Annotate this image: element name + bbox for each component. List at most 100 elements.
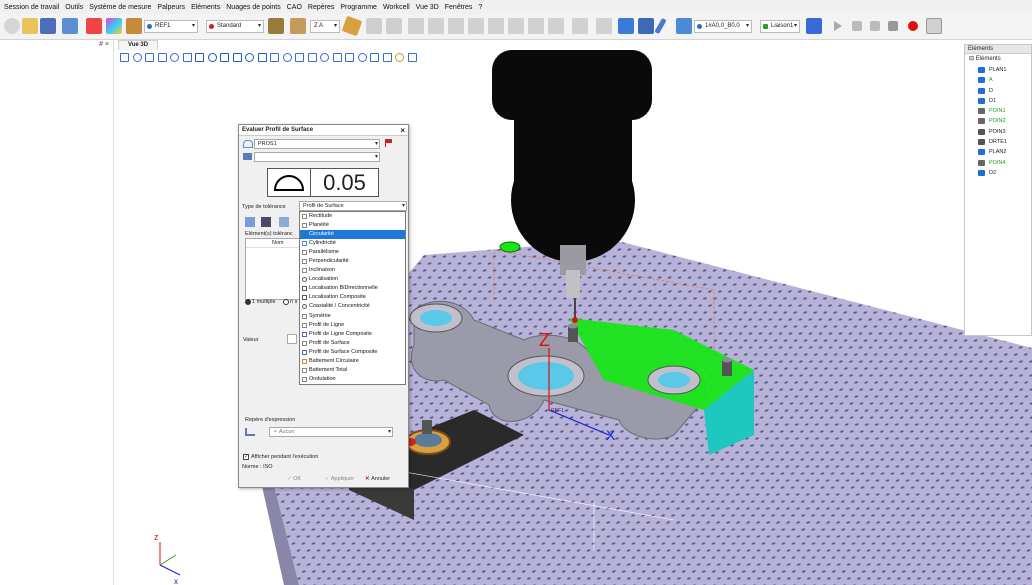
flag-icon[interactable] <box>385 139 393 147</box>
cylinder-icon[interactable] <box>279 217 289 227</box>
menu-item[interactable]: Outils <box>65 4 83 11</box>
view-tool-icon[interactable] <box>270 53 279 62</box>
expression-combo[interactable]: ✦ Aucun ▾ <box>269 427 393 437</box>
shape-icon-10[interactable] <box>548 18 564 34</box>
radio-multiple[interactable] <box>245 299 251 305</box>
view-tool-icon[interactable] <box>382 53 392 62</box>
dropdown-item[interactable]: Battement Total <box>300 366 405 375</box>
tree-item[interactable]: POIN2 <box>965 116 1031 126</box>
menu-item[interactable]: Nuages de points <box>226 4 280 11</box>
add-element-icon[interactable] <box>245 217 255 227</box>
save-icon[interactable] <box>40 18 56 34</box>
cancel-button[interactable]: ✕ Annuler <box>365 474 390 484</box>
step-icon[interactable] <box>852 21 862 31</box>
apply-button[interactable]: ✓ Appliquer <box>325 474 354 484</box>
display-checkbox[interactable]: ✓ <box>243 454 249 460</box>
shape-icon-12[interactable] <box>596 18 612 34</box>
ok-button[interactable]: ✓ OK <box>287 474 301 484</box>
dropdown-item[interactable]: Ondulation <box>300 375 405 384</box>
view-tool-icon[interactable] <box>170 53 179 62</box>
dropdown-item[interactable]: Inclinaison <box>300 266 405 275</box>
dropdown-item[interactable]: Localisation Composite <box>300 293 405 302</box>
dropdown-item[interactable]: Parallélisme <box>300 248 405 257</box>
measure-icon[interactable] <box>618 18 634 34</box>
dropdown-item[interactable]: Profil de Surface Composite <box>300 348 405 357</box>
tab-vue-3d[interactable]: Vue 3D <box>118 40 158 50</box>
dropdown-item[interactable]: Perpendicularité <box>300 257 405 266</box>
plot-icon[interactable] <box>638 18 654 34</box>
pause-icon[interactable] <box>888 21 898 31</box>
stack-icon[interactable] <box>268 18 284 34</box>
tree-collapse-icon[interactable]: ⊟ <box>969 56 976 62</box>
view-tool-icon[interactable] <box>157 53 167 62</box>
shape-icon-9[interactable] <box>528 18 544 34</box>
box-icon[interactable] <box>290 18 306 34</box>
shape-icon-5[interactable] <box>448 18 464 34</box>
view-tool-icon[interactable] <box>145 53 154 62</box>
probe-angle-icon[interactable] <box>676 18 692 34</box>
tree-item[interactable]: DRTE1 <box>965 137 1031 147</box>
link-combo[interactable]: Liaison1 ▾ <box>760 20 800 33</box>
view-tool-icon[interactable] <box>320 53 329 62</box>
print-icon[interactable] <box>62 18 78 34</box>
menu-item[interactable]: Eléments <box>191 4 220 11</box>
program-icon[interactable] <box>806 18 822 34</box>
dropdown-item[interactable]: Profil de Ligne <box>300 321 405 330</box>
probe-icon[interactable] <box>654 17 667 35</box>
tree-item[interactable]: D2 <box>965 168 1031 178</box>
probe-tool-icon[interactable] <box>126 18 142 34</box>
view-tool-icon[interactable] <box>245 53 254 62</box>
menu-item[interactable]: Session de travail <box>4 4 59 11</box>
radio-n[interactable] <box>283 299 289 305</box>
tolerance-value[interactable]: 0.05 <box>311 169 378 196</box>
menu-item[interactable]: CAO <box>287 4 302 11</box>
dropdown-item[interactable]: Localisation BiDirectionnelle <box>300 284 405 293</box>
tree-item[interactable]: D1 <box>965 96 1031 106</box>
element-list-icon[interactable] <box>261 217 271 227</box>
value-input[interactable] <box>287 334 297 344</box>
view-tool-icon[interactable] <box>395 53 404 62</box>
shape-icon-1[interactable] <box>366 18 382 34</box>
palette-icon[interactable] <box>106 18 122 34</box>
flag-icon[interactable] <box>86 18 102 34</box>
close-icon[interactable]: × <box>400 125 405 136</box>
dropdown-item[interactable]: Profil de Surface <box>300 339 405 348</box>
shape-icon-8[interactable] <box>508 18 524 34</box>
dropdown-item[interactable]: Coaxialité / Concentricité <box>300 302 405 311</box>
view-tool-icon[interactable] <box>257 53 267 62</box>
view-tool-icon[interactable] <box>332 53 342 62</box>
dropdown-item[interactable]: Battement Circulaire <box>300 357 405 366</box>
window-icon[interactable] <box>926 18 942 34</box>
tree-item[interactable]: D <box>965 86 1031 96</box>
tree-item[interactable]: A <box>965 75 1031 85</box>
dropdown-item[interactable]: Localisation <box>300 275 405 284</box>
datum-combo[interactable]: ▾ <box>254 152 380 162</box>
menu-item[interactable]: Repères <box>308 4 334 11</box>
view-tool-icon[interactable] <box>120 53 129 62</box>
eraser-icon[interactable] <box>341 15 363 37</box>
play-icon[interactable] <box>834 21 842 31</box>
session-icon[interactable] <box>4 18 20 34</box>
axis-combo[interactable]: Z A ▾ <box>310 20 340 33</box>
view-tool-icon[interactable] <box>295 53 304 62</box>
dropdown-item[interactable]: Cylindricité <box>300 239 405 248</box>
tree-item[interactable]: PLAN1 <box>965 65 1031 75</box>
stop-icon[interactable] <box>870 21 880 31</box>
tolerance-type-combo[interactable]: Profil de Surface ▾ <box>299 201 407 211</box>
panel-controls[interactable]: # × <box>99 41 109 48</box>
view-tool-icon[interactable] <box>220 53 229 62</box>
dropdown-item[interactable]: Rectitude <box>300 212 405 221</box>
view-tool-icon[interactable] <box>370 53 379 62</box>
dropdown-item[interactable]: Profil de Ligne Composite <box>300 330 405 339</box>
view-tool-icon[interactable] <box>207 53 217 62</box>
tree-item[interactable]: PLAN2 <box>965 147 1031 157</box>
dropdown-item[interactable]: Planéité <box>300 221 405 230</box>
shape-icon-2[interactable] <box>386 18 402 34</box>
dropdown-item[interactable]: Circularité <box>300 230 405 240</box>
open-folder-icon[interactable] <box>22 18 38 34</box>
record-icon[interactable] <box>908 21 918 31</box>
menu-item[interactable]: Programme <box>340 4 377 11</box>
tree-item[interactable]: POIN1 <box>965 106 1031 116</box>
menu-item[interactable]: Palpeurs <box>157 4 185 11</box>
view-tool-icon[interactable] <box>182 53 192 62</box>
